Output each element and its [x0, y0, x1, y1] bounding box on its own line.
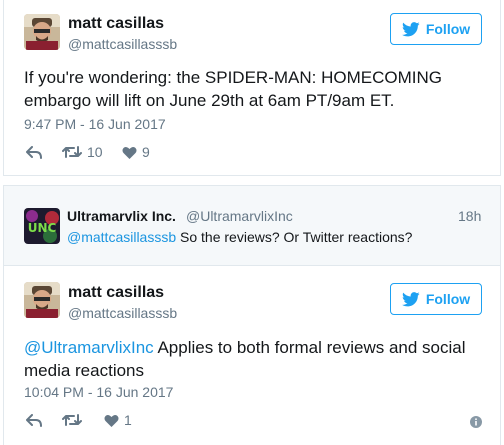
follow-label: Follow: [425, 291, 471, 307]
reply-icon: [26, 413, 42, 427]
tweet-timestamp[interactable]: 10:04 PM - 16 Jun 2017: [24, 384, 173, 400]
tweet-text: @UltramarvlixInc Applies to both formal …: [24, 336, 474, 382]
twitter-bird-icon: [401, 21, 420, 36]
author-handle[interactable]: @mattcasillasssb: [68, 305, 177, 321]
mention-link[interactable]: @UltramarvlixInc: [24, 338, 154, 357]
reply-author-handle[interactable]: @UltramarvlixInc: [186, 208, 293, 224]
avatar[interactable]: [24, 282, 60, 318]
reply-text: @mattcasillasssb So the reviews? Or Twit…: [67, 229, 412, 245]
tweet-actions: 1: [26, 412, 132, 428]
reply-avatar[interactable]: UNC: [24, 208, 60, 244]
like-count: 9: [142, 144, 150, 160]
in-reply-to-tweet[interactable]: UNC Ultramarvlix Inc. @UltramarvlixInc 1…: [4, 186, 500, 266]
tweet-text: If you're wondering: the SPIDER-MAN: HOM…: [24, 66, 464, 112]
like-button[interactable]: 1: [104, 412, 132, 428]
retweet-icon: [62, 146, 82, 158]
reply-body: So the reviews? Or Twitter reactions?: [176, 229, 413, 245]
reply-icon: [26, 145, 42, 159]
reply-avatar-text: UNC: [28, 221, 57, 235]
tweet-body: If you're wondering: the SPIDER-MAN: HOM…: [24, 68, 442, 110]
twitter-bird-icon: [401, 291, 420, 306]
retweet-icon: [62, 414, 82, 426]
tweet-card-1: matt casillas @mattcasillasssb Follow If…: [3, 0, 501, 176]
retweet-button[interactable]: 10: [62, 144, 122, 160]
tweet-body-line2: media reactions: [24, 361, 145, 380]
follow-label: Follow: [425, 21, 471, 37]
tweet-timestamp[interactable]: 9:47 PM - 16 Jun 2017: [24, 116, 166, 132]
avatar[interactable]: [24, 14, 60, 50]
author-handle[interactable]: @mattcasillasssb: [68, 36, 177, 52]
follow-button[interactable]: Follow: [390, 283, 482, 315]
retweet-button[interactable]: [62, 413, 104, 427]
author-name[interactable]: matt casillas: [68, 284, 164, 302]
tweet-actions: 10 9: [26, 144, 150, 160]
reply-mention-link[interactable]: @mattcasillasssb: [67, 229, 176, 245]
reply-author-name[interactable]: Ultramarvlix Inc.: [67, 208, 176, 224]
like-button[interactable]: 9: [122, 144, 150, 160]
heart-icon: [122, 146, 137, 159]
author-name[interactable]: matt casillas: [68, 15, 164, 33]
reply-time[interactable]: 18h: [458, 208, 481, 224]
heart-icon: [104, 414, 119, 427]
tweet-body-line1: Applies to both formal reviews and socia…: [153, 338, 466, 357]
retweet-count: 10: [87, 144, 103, 160]
info-icon[interactable]: [470, 416, 482, 428]
tweet-card-2: UNC Ultramarvlix Inc. @UltramarvlixInc 1…: [3, 185, 501, 445]
reply-button[interactable]: [26, 413, 62, 427]
reply-button[interactable]: [26, 145, 62, 159]
like-count: 1: [124, 412, 132, 428]
follow-button[interactable]: Follow: [390, 13, 482, 45]
